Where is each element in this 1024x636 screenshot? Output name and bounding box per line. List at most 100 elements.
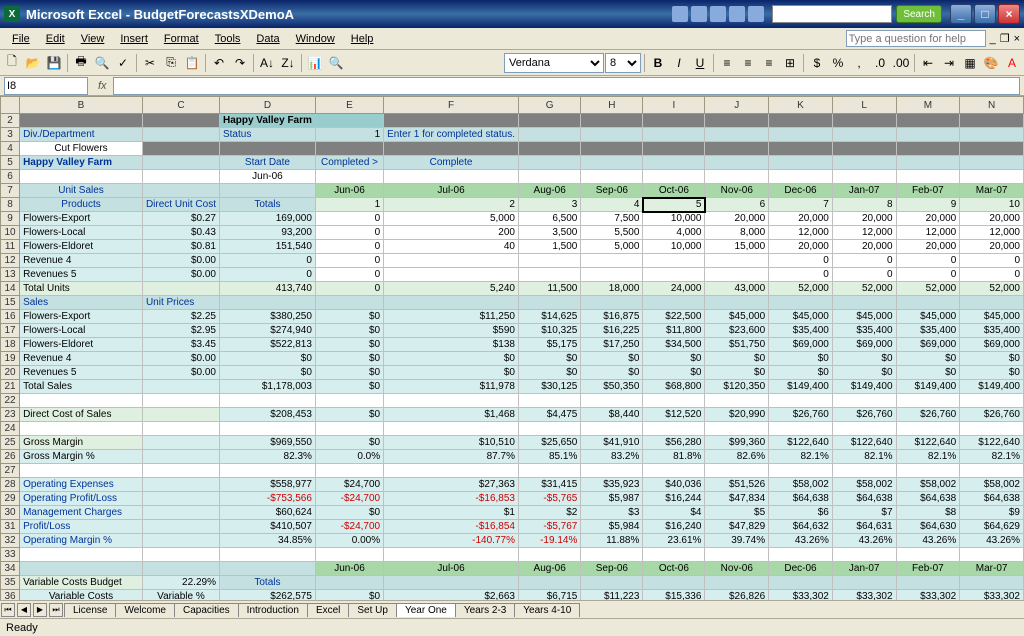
row-12[interactable]: 12Revenue 4$0.00000000 (1, 254, 1024, 268)
row-34[interactable]: 34Jun-06Jul-06Aug-06Sep-06Oct-06Nov-06De… (1, 562, 1024, 576)
worksheet-scroll[interactable]: BCD EFGHI JKLMN 2Happy Valley Farm3Div./… (0, 96, 1024, 600)
font-size-select[interactable]: 8 (605, 53, 641, 73)
search-button[interactable]: Search (896, 5, 942, 23)
zoom-icon[interactable]: 🔍 (326, 53, 346, 73)
row-27[interactable]: 27 (1, 464, 1024, 478)
sheet-tab[interactable]: Years 2-3 (455, 603, 515, 617)
row-3[interactable]: 3Div./DepartmentStatus1Enter 1 for compl… (1, 128, 1024, 142)
sheet-tab[interactable]: Years 4-10 (514, 603, 580, 617)
row-7[interactable]: 7Unit SalesJun-06Jul-06Aug-06Sep-06Oct-0… (1, 184, 1024, 198)
save-icon[interactable]: 💾 (44, 53, 64, 73)
row-4[interactable]: 4Cut Flowers (1, 142, 1024, 156)
menu-data[interactable]: Data (248, 31, 287, 47)
underline-icon[interactable]: U (690, 53, 710, 73)
dec-dec-icon[interactable]: .00 (891, 53, 911, 73)
align-right-icon[interactable]: ≡ (759, 53, 779, 73)
row-26[interactable]: 26Gross Margin %82.3%0.0%87.7%85.1%83.2%… (1, 450, 1024, 464)
comma-icon[interactable]: , (849, 53, 869, 73)
row-17[interactable]: 17Flowers-Local$2.95$274,940$0$590$10,32… (1, 324, 1024, 338)
search-input[interactable] (772, 5, 892, 23)
indent-inc-icon[interactable]: ⇥ (939, 53, 959, 73)
row-13[interactable]: 13Revenues 5$0.00000000 (1, 268, 1024, 282)
copy-icon[interactable]: ⎘ (161, 53, 181, 73)
select-all-corner[interactable] (1, 97, 20, 114)
row-35[interactable]: 35Variable Costs Budget22.29%Totals (1, 576, 1024, 590)
col-headers[interactable]: BCD EFGHI JKLMN (1, 97, 1024, 114)
row-36[interactable]: 36Variable CostsVariable %$262,575$0$2,6… (1, 590, 1024, 601)
formula-input[interactable] (113, 77, 1020, 95)
percent-icon[interactable]: % (828, 53, 848, 73)
fill-color-icon[interactable]: 🎨 (981, 53, 1001, 73)
open-icon[interactable]: 📂 (23, 53, 43, 73)
row-15[interactable]: 15SalesUnit Prices (1, 296, 1024, 310)
doc-minimize-icon[interactable]: _ (990, 33, 996, 45)
menu-insert[interactable]: Insert (112, 31, 156, 47)
row-2[interactable]: 2Happy Valley Farm (1, 114, 1024, 128)
tab-first-icon[interactable]: ⏮ (1, 603, 15, 617)
sheet-tab[interactable]: Capacities (174, 603, 239, 617)
merge-icon[interactable]: ⊞ (780, 53, 800, 73)
row-9[interactable]: 9Flowers-Export$0.27169,00005,0006,5007,… (1, 212, 1024, 226)
sheet-tab[interactable]: Welcome (115, 603, 175, 617)
font-color-icon[interactable]: A (1002, 53, 1022, 73)
menu-tools[interactable]: Tools (207, 31, 249, 47)
italic-icon[interactable]: I (669, 53, 689, 73)
menu-file[interactable]: File (4, 31, 38, 47)
font-select[interactable]: Verdana (504, 53, 604, 73)
row-8[interactable]: 8ProductsDirect Unit CostTotals123456789… (1, 198, 1024, 212)
chart-icon[interactable]: 📊 (305, 53, 325, 73)
row-11[interactable]: 11Flowers-Eldoret$0.81151,5400401,5005,0… (1, 240, 1024, 254)
tab-prev-icon[interactable]: ◀ (17, 603, 31, 617)
row-19[interactable]: 19Revenue 4$0.00$0$0$0$0$0$0$0$0$0$0$0 (1, 352, 1024, 366)
row-6[interactable]: 6Jun-06 (1, 170, 1024, 184)
row-31[interactable]: 31Profit/Loss$410,507-$24,700-$16,854-$5… (1, 520, 1024, 534)
sheet-tab[interactable]: Excel (307, 603, 349, 617)
row-22[interactable]: 22 (1, 394, 1024, 408)
fx-icon[interactable]: fx (92, 80, 113, 92)
sheet-tab[interactable]: License (64, 603, 116, 617)
menu-view[interactable]: View (73, 31, 113, 47)
align-left-icon[interactable]: ≡ (717, 53, 737, 73)
dec-inc-icon[interactable]: .0 (870, 53, 890, 73)
menu-format[interactable]: Format (156, 31, 207, 47)
row-29[interactable]: 29Operating Profit/Loss-$753,566-$24,700… (1, 492, 1024, 506)
currency-icon[interactable]: $ (807, 53, 827, 73)
menu-window[interactable]: Window (288, 31, 343, 47)
sheet-tab[interactable]: Introduction (238, 603, 308, 617)
close-button[interactable]: × (998, 4, 1020, 24)
align-center-icon[interactable]: ≡ (738, 53, 758, 73)
cut-icon[interactable]: ✂ (140, 53, 160, 73)
tab-last-icon[interactable]: ⏭ (49, 603, 63, 617)
sort-desc-icon[interactable]: Z↓ (278, 53, 298, 73)
redo-icon[interactable]: ↷ (230, 53, 250, 73)
row-10[interactable]: 10Flowers-Local$0.4393,20002003,5005,500… (1, 226, 1024, 240)
undo-icon[interactable]: ↶ (209, 53, 229, 73)
row-32[interactable]: 32Operating Margin %34.85%0.00%-140.77%-… (1, 534, 1024, 548)
menu-help[interactable]: Help (343, 31, 382, 47)
indent-dec-icon[interactable]: ⇤ (918, 53, 938, 73)
tab-next-icon[interactable]: ▶ (33, 603, 47, 617)
new-icon[interactable]: 🗋 (2, 53, 22, 73)
name-box[interactable]: I8 (4, 77, 88, 95)
spell-icon[interactable]: ✓ (113, 53, 133, 73)
maximize-button[interactable]: □ (974, 4, 996, 24)
row-20[interactable]: 20Revenues 5$0.00$0$0$0$0$0$0$0$0$0$0$0 (1, 366, 1024, 380)
print-icon[interactable]: 🖶 (71, 53, 91, 73)
preview-icon[interactable]: 🔍 (92, 53, 112, 73)
row-23[interactable]: 23Direct Cost of Sales$208,453$0$1,468$4… (1, 408, 1024, 422)
row-24[interactable]: 24 (1, 422, 1024, 436)
sort-asc-icon[interactable]: A↓ (257, 53, 277, 73)
row-28[interactable]: 28Operating Expenses$558,977$24,700$27,3… (1, 478, 1024, 492)
help-input[interactable] (846, 30, 986, 47)
menu-edit[interactable]: Edit (38, 31, 73, 47)
doc-close-icon[interactable]: × (1014, 33, 1020, 45)
borders-icon[interactable]: ▦ (960, 53, 980, 73)
row-18[interactable]: 18Flowers-Eldoret$3.45$522,813$0$138$5,1… (1, 338, 1024, 352)
row-16[interactable]: 16Flowers-Export$2.25$380,250$0$11,250$1… (1, 310, 1024, 324)
row-25[interactable]: 25Gross Margin$969,550$0$10,510$25,650$4… (1, 436, 1024, 450)
row-5[interactable]: 5Happy Valley FarmStart DateCompleted >C… (1, 156, 1024, 170)
sheet-tab[interactable]: Year One (396, 603, 456, 617)
bold-icon[interactable]: B (648, 53, 668, 73)
row-21[interactable]: 21Total Sales$1,178,003$0$11,978$30,125$… (1, 380, 1024, 394)
row-14[interactable]: 14Total Units413,74005,24011,50018,00024… (1, 282, 1024, 296)
